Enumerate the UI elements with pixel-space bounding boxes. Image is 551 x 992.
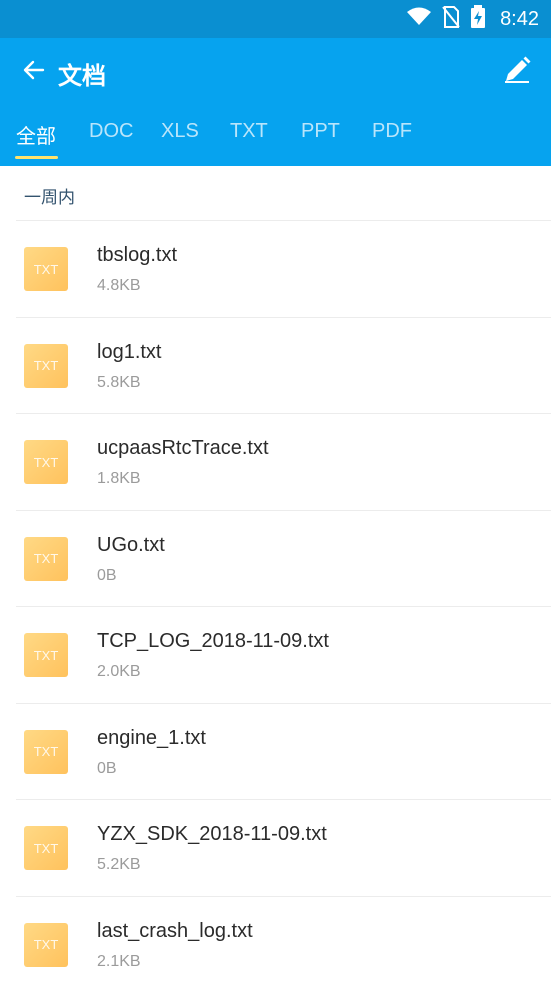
file-size: 4.8KB: [97, 277, 141, 295]
arrow-left-icon: [22, 58, 46, 86]
txt-file-icon: TXT: [24, 247, 68, 291]
file-name: engine_1.txt: [97, 727, 206, 750]
file-size: 5.8KB: [97, 374, 141, 392]
tab-all[interactable]: 全部: [16, 120, 56, 149]
file-name: tbslog.txt: [97, 244, 177, 267]
tab-ppt[interactable]: PPT: [301, 120, 340, 143]
txt-file-icon: TXT: [24, 730, 68, 774]
file-name: YZX_SDK_2018-11-09.txt: [97, 823, 327, 846]
pencil-icon: [502, 55, 532, 89]
edit-button[interactable]: [501, 56, 533, 88]
file-size: 5.2KB: [97, 856, 141, 874]
file-size: 0B: [97, 567, 117, 585]
status-bar: 8:42: [0, 0, 551, 38]
file-row[interactable]: TXT UGo.txt 0B: [16, 510, 551, 607]
battery-charging-icon: [470, 5, 486, 33]
file-row[interactable]: TXT TCP_LOG_2018-11-09.txt 2.0KB: [16, 606, 551, 703]
file-row[interactable]: TXT tbslog.txt 4.8KB: [16, 220, 551, 317]
tab-indicator: [15, 156, 58, 159]
file-size: 2.1KB: [97, 953, 141, 971]
tab-doc[interactable]: DOC: [89, 120, 133, 143]
file-name: log1.txt: [97, 341, 161, 364]
txt-file-icon: TXT: [24, 344, 68, 388]
txt-file-icon: TXT: [24, 923, 68, 967]
wifi-icon: [406, 7, 432, 31]
file-name: UGo.txt: [97, 534, 165, 557]
page-title: 文档: [58, 56, 106, 91]
file-size: 2.0KB: [97, 663, 141, 681]
status-time: 8:42: [500, 8, 539, 31]
no-sim-icon: [442, 6, 460, 32]
file-row[interactable]: TXT ucpaasRtcTrace.txt 1.8KB: [16, 413, 551, 510]
file-row[interactable]: TXT log1.txt 5.8KB: [16, 317, 551, 414]
file-name: last_crash_log.txt: [97, 920, 253, 943]
tab-xls[interactable]: XLS: [161, 120, 199, 143]
file-row[interactable]: TXT last_crash_log.txt 2.1KB: [16, 896, 551, 992]
txt-file-icon: TXT: [24, 826, 68, 870]
file-name: ucpaasRtcTrace.txt: [97, 437, 269, 460]
section-title: 一周内: [24, 183, 75, 208]
txt-file-icon: TXT: [24, 633, 68, 677]
txt-file-icon: TXT: [24, 537, 68, 581]
file-size: 1.8KB: [97, 470, 141, 488]
file-row[interactable]: TXT engine_1.txt 0B: [16, 703, 551, 800]
section-header: 一周内: [0, 166, 551, 220]
app-bar: 文档 全部 DOC XLS TXT PPT PDF: [0, 38, 551, 166]
file-name: TCP_LOG_2018-11-09.txt: [97, 630, 329, 653]
tab-pdf[interactable]: PDF: [372, 120, 412, 143]
txt-file-icon: TXT: [24, 440, 68, 484]
file-row[interactable]: TXT YZX_SDK_2018-11-09.txt 5.2KB: [16, 799, 551, 896]
status-icons: 8:42: [406, 0, 539, 38]
tab-txt[interactable]: TXT: [230, 120, 268, 143]
file-list: TXT tbslog.txt 4.8KB TXT log1.txt 5.8KB …: [0, 220, 551, 992]
back-button[interactable]: [20, 58, 48, 86]
tab-bar: 全部 DOC XLS TXT PPT PDF: [0, 106, 551, 166]
file-size: 0B: [97, 760, 117, 778]
